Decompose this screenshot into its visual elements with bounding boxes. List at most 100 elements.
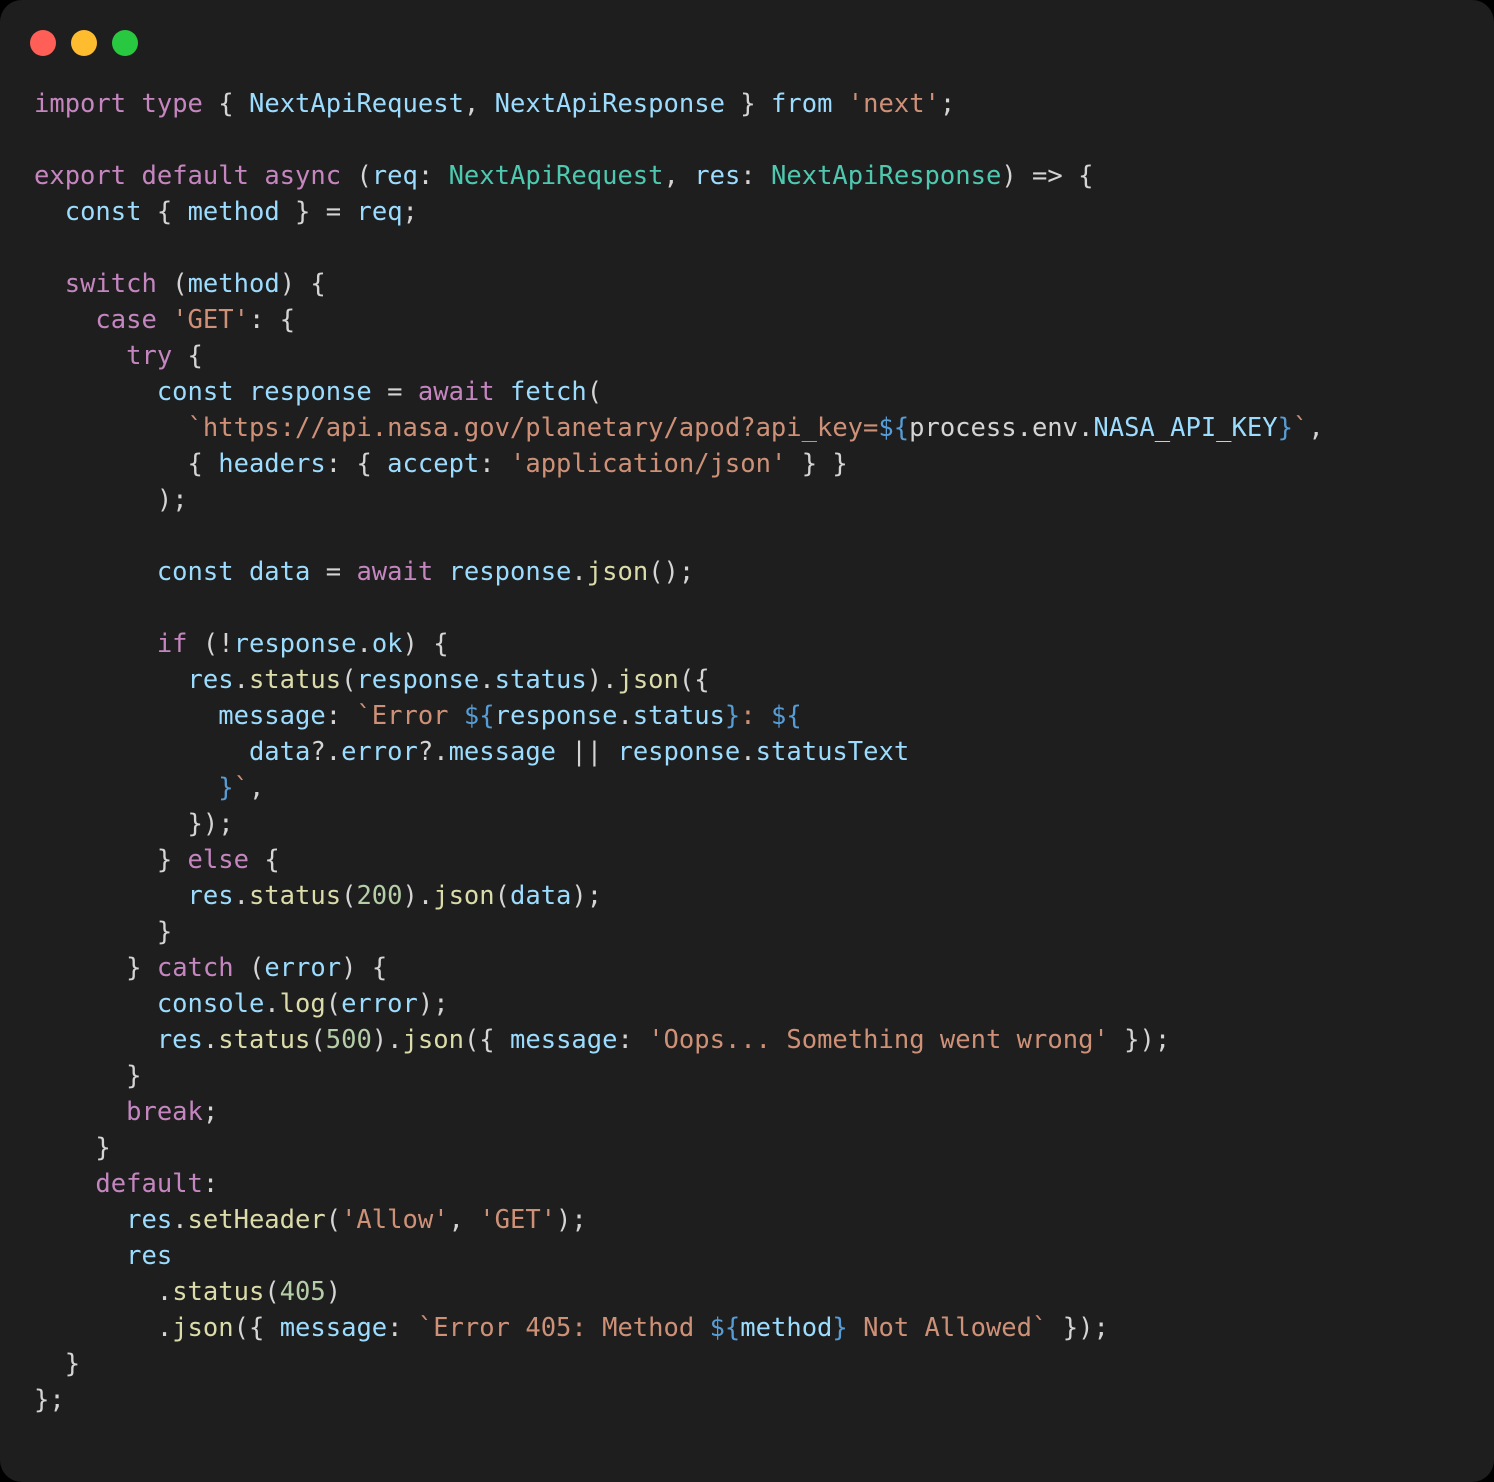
code-token-punc: .: [571, 557, 587, 587]
code-token-punc: {: [279, 305, 296, 335]
code-token-tmpl: }: [832, 1313, 848, 1343]
code-line: } catch (error) {: [34, 950, 1460, 986]
code-token-punc: {: [187, 449, 203, 479]
code-token-punc: ;: [218, 809, 234, 839]
code-token-punc: }: [1062, 1313, 1079, 1343]
code-token-var: req: [371, 161, 418, 191]
code-token-punc: (: [494, 881, 510, 911]
code-token-punc: ,: [663, 161, 695, 191]
code-line: }: [34, 914, 1460, 950]
code-token-kw: switch: [64, 269, 157, 299]
code-token-punc: ;: [678, 557, 695, 587]
code-line: }: [34, 1058, 1460, 1094]
code-line: res.setHeader('Allow', 'GET');: [34, 1202, 1460, 1238]
code-token-str: 'next': [847, 89, 940, 119]
code-token-punc: ;: [49, 1385, 65, 1415]
code-token-var: response: [248, 377, 372, 407]
code-token-punc: :: [479, 449, 495, 479]
code-token-punc: ,: [448, 1205, 464, 1235]
code-token-punc: (: [586, 377, 603, 407]
code-token-fn: log: [279, 989, 326, 1019]
code-token-punc: :: [248, 305, 265, 335]
code-line: try {: [34, 338, 1460, 374]
code-token-var: message: [279, 1313, 388, 1343]
close-button[interactable]: [30, 30, 56, 56]
code-token-op: =: [387, 377, 403, 407]
code-token-punc: (: [264, 1277, 280, 1307]
code-token-punc: (: [341, 881, 357, 911]
maximize-button[interactable]: [112, 30, 138, 56]
code-token-punc: {: [187, 341, 203, 371]
code-token-fn: json: [617, 665, 679, 695]
code-token-str: :: [740, 701, 771, 731]
code-token-var: res: [187, 665, 234, 695]
code-token-var: data: [248, 737, 311, 767]
code-token-var: data: [510, 881, 572, 911]
code-line: const data = await response.json();: [34, 554, 1460, 590]
code-token-kw: await: [356, 557, 434, 587]
code-token-punc: }: [740, 89, 756, 119]
code-token-str: `https://api.nasa.gov/planetary/apod?api…: [187, 413, 879, 443]
code-block[interactable]: import type { NextApiRequest, NextApiRes…: [0, 86, 1494, 1418]
code-token-punc: ;: [433, 989, 449, 1019]
code-token-fn: json: [402, 1025, 464, 1055]
code-token-num: 500: [325, 1025, 372, 1055]
code-line: export default async (req: NextApiReques…: [34, 158, 1460, 194]
code-line: };: [34, 1382, 1460, 1418]
minimize-button[interactable]: [71, 30, 97, 56]
code-token-kw: export: [34, 161, 127, 191]
code-line: }: [34, 1346, 1460, 1382]
code-token-punc: (: [248, 953, 265, 983]
code-token-str: 'application/json': [510, 449, 787, 479]
code-token-var: const: [64, 197, 142, 227]
code-token-op: =: [325, 557, 342, 587]
code-token-op: !: [218, 629, 234, 659]
code-token-punc: {: [433, 629, 449, 659]
code-token-var: message: [218, 701, 326, 731]
code-line: }: [34, 1130, 1460, 1166]
code-token-var: response: [494, 701, 618, 731]
code-token-punc: }: [156, 917, 173, 947]
window-titlebar[interactable]: [0, 0, 1494, 86]
code-token-punc: ;: [402, 197, 418, 227]
code-token-tmpl: }: [1277, 413, 1293, 443]
code-token-var: accept: [387, 449, 480, 479]
code-token-var: NextApiRequest: [248, 89, 464, 119]
code-token-punc: (): [648, 557, 679, 587]
code-token-str: 'Allow': [341, 1205, 449, 1235]
code-token-str: 'Oops... Something went wrong': [648, 1025, 1109, 1055]
code-token-punc: :: [325, 449, 342, 479]
code-line: { headers: { accept: 'application/json' …: [34, 446, 1460, 482]
code-token-punc: ,: [1308, 413, 1324, 443]
code-token-punc: ): [156, 485, 173, 515]
code-token-tmpl: ${: [709, 1313, 741, 1343]
code-token-punc: ): [371, 1025, 388, 1055]
code-line: default:: [34, 1166, 1460, 1202]
code-token-punc: :: [325, 701, 342, 731]
